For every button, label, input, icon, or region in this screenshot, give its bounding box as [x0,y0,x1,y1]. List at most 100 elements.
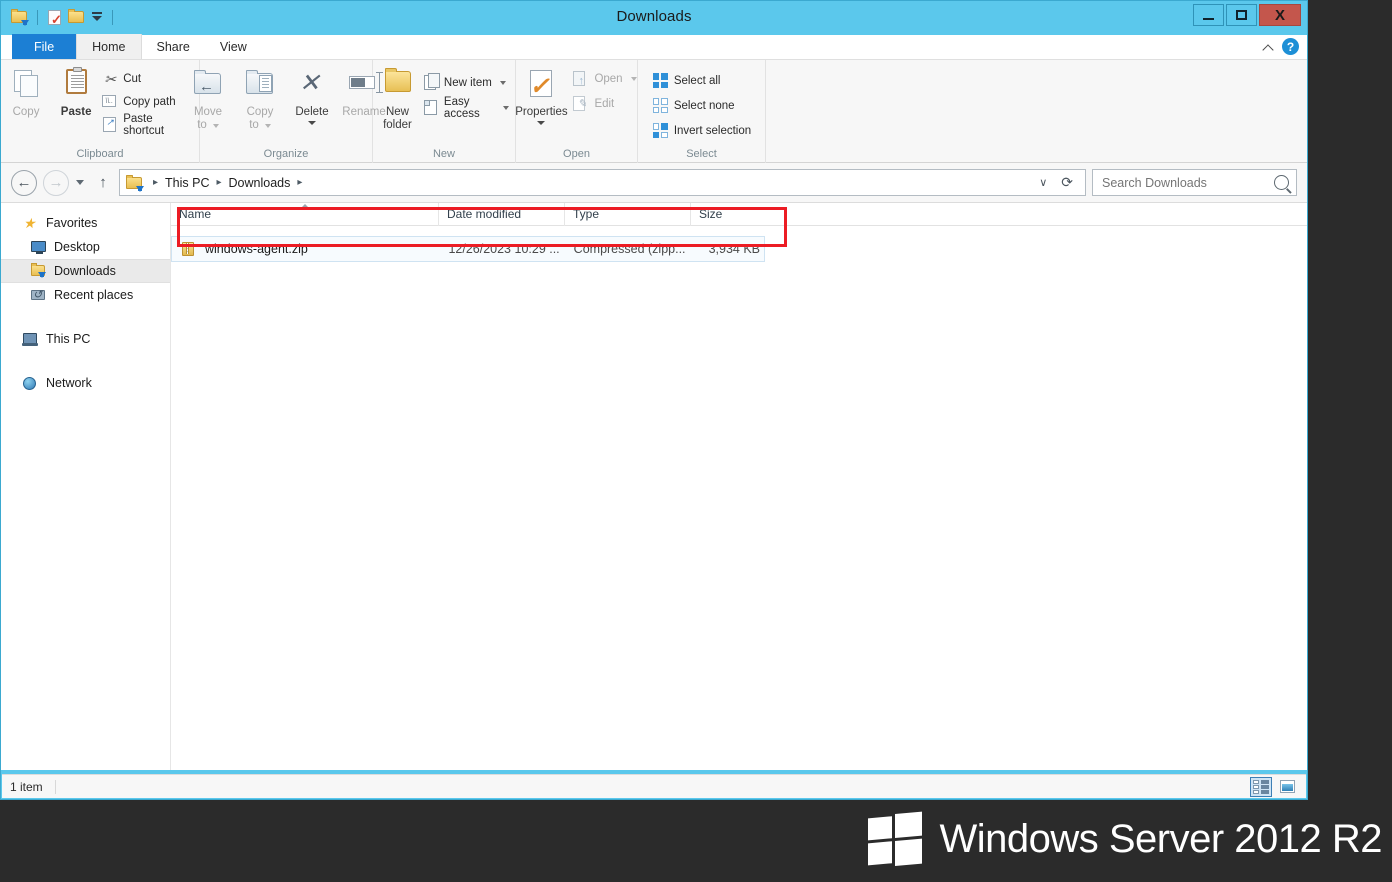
branding-text: Windows Server 2012 R2 [939,817,1382,861]
details-view-button[interactable] [1250,776,1272,797]
tab-view[interactable]: View [205,34,262,59]
address-history-dropdown-icon[interactable]: ∨ [1039,176,1047,189]
move-to-button[interactable]: ← Move to [182,63,234,132]
this-pc-icon [22,331,39,347]
close-button[interactable]: X [1259,4,1301,26]
chevron-up-icon[interactable] [1263,42,1273,52]
column-header-type[interactable]: Type [565,202,691,226]
breadcrumb-item-this-pc[interactable]: This PC [165,176,209,190]
easy-access-button[interactable]: Easy access [422,96,515,120]
file-name-label: windows-agent.zip [205,242,308,256]
new-item-button[interactable]: New item [422,73,515,92]
file-type-cell: Compressed (zipp... [573,242,686,256]
copy-to-button[interactable]: Copy to [234,63,286,132]
recent-locations-caret-icon[interactable] [69,170,91,196]
group-label-new: New [432,148,455,160]
new-folder-icon [379,68,415,102]
sidebar-item-recent-places[interactable]: Recent places [1,283,170,307]
properties-caret-icon[interactable] [537,121,546,125]
breadcrumb-bar[interactable]: ▸ This PC ▸ Downloads ▸ ∨ ⟳ [119,169,1086,196]
sidebar-item-downloads[interactable]: Downloads [1,259,170,283]
nav-spacer-2 [1,351,170,371]
column-header-size[interactable]: Size [691,203,769,226]
properties-button[interactable]: ✓ Properties [510,63,572,125]
tab-file[interactable]: File [12,34,77,59]
sidebar-item-desktop[interactable]: Desktop [1,235,170,259]
move-to-caret-icon[interactable] [212,123,219,128]
breadcrumb-separator-1[interactable]: ▸ [216,177,221,188]
delete-caret-icon[interactable] [308,121,316,125]
sidebar-item-this-pc[interactable]: This PC [1,327,170,351]
forward-button[interactable]: → [43,169,69,196]
view-buttons [1250,776,1298,797]
table-row[interactable]: windows-agent.zip 12/26/2023 10:29 ... C… [171,236,765,262]
new-item-caret-icon[interactable] [499,80,506,85]
column-header-date-modified[interactable]: Date modified [439,202,565,226]
new-item-icon [422,73,440,91]
up-button[interactable]: ↑ [91,170,115,196]
open-caret-icon[interactable] [630,76,637,81]
select-all-button[interactable]: Select all [652,71,757,90]
paste-button[interactable]: Paste [51,63,101,119]
maximize-button[interactable] [1226,4,1257,26]
column-header-row: Name Date modified Type Size [171,202,1307,226]
copy-button[interactable]: Copy [1,63,51,119]
search-icon[interactable] [1274,175,1289,190]
cut-icon: ✂ [104,71,116,87]
copy-to-caret-icon[interactable] [264,123,271,128]
open-button[interactable]: ↑ Open [572,69,642,88]
copy-path-icon: \\.. [101,93,118,110]
help-icon[interactable]: ? [1282,38,1299,55]
ribbon-group-open: ✓ Properties ↑ Open Edit [515,60,638,163]
desktop-background: ✓ Downloads X File Home Share View ? Cop… [0,0,1392,882]
ribbon-group-select: Select all Select none Invert selection … [638,60,766,163]
properties-icon: ✓ [523,68,559,102]
copy-to-icon [242,68,278,102]
easy-access-caret-icon[interactable] [503,105,509,110]
search-box[interactable] [1092,169,1297,196]
downloads-icon [31,263,47,279]
group-label-open: Open [563,148,590,160]
navigation-pane: ★ Favorites Desktop Downloads Recent pla… [1,203,171,770]
search-input[interactable] [1100,174,1274,191]
edit-button[interactable]: Edit [572,94,642,113]
select-none-button[interactable]: Select none [652,96,757,115]
breadcrumb-folder-icon [126,174,144,192]
breadcrumb-separator-0[interactable]: ▸ [153,177,158,188]
large-icons-view-button[interactable] [1278,778,1298,796]
file-size-cell: 3,934 KB [708,242,761,256]
refresh-icon[interactable]: ⟳ [1061,174,1073,191]
back-button[interactable]: ← [11,169,37,196]
nav-spacer-1 [1,307,170,327]
column-header-name[interactable]: Name [171,202,439,226]
delete-button[interactable]: ✕ Delete [286,63,338,125]
sidebar-item-favorites[interactable]: ★ Favorites [1,211,170,235]
tab-share[interactable]: Share [142,34,205,59]
breadcrumb-item-downloads[interactable]: Downloads [229,176,291,190]
desktop-icon [31,239,47,255]
new-folder-button[interactable]: New folder [373,63,422,132]
group-label-select: Select [686,148,717,160]
select-none-icon [652,97,669,114]
item-count-label: 1 item [10,779,43,794]
select-all-icon [652,72,669,89]
open-icon: ↑ [572,70,589,87]
window-title: Downloads [616,8,692,25]
paste-icon [58,67,94,102]
address-bar: ← → ↑ ▸ This PC ▸ Downloads ▸ ∨ ⟳ [1,163,1307,203]
file-date-cell: 12/26/2023 10:29 ... [448,242,560,256]
recent-places-icon [31,287,47,303]
invert-selection-button[interactable]: Invert selection [652,121,757,140]
windows-server-branding: Windows Server 2012 R2 [868,811,1382,867]
move-to-icon: ← [190,68,226,102]
file-list-pane: Name Date modified Type Size windows-age… [171,202,1307,770]
breadcrumb-separator-2[interactable]: ▸ [297,177,302,188]
copy-icon [8,68,44,102]
windows-logo-icon [868,811,923,867]
tab-home[interactable]: Home [76,34,142,59]
sidebar-item-network[interactable]: Network [1,371,170,395]
file-name-cell[interactable]: windows-agent.zip [172,241,439,257]
minimize-button[interactable] [1193,4,1224,26]
ribbon-tab-strip: File Home Share View ? [1,34,1307,60]
file-explorer-window: ✓ Downloads X File Home Share View ? Cop… [0,0,1308,800]
